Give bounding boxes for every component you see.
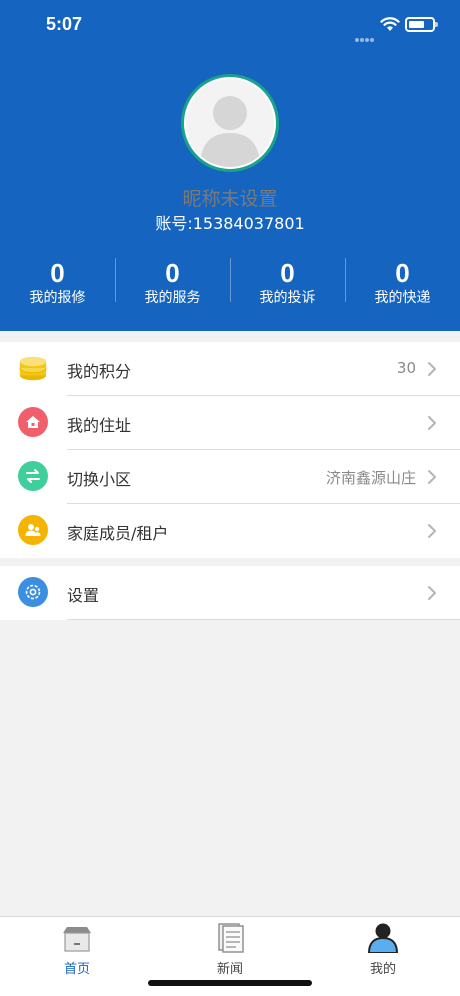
chevron-right-icon <box>428 586 436 600</box>
tab-label: 新闻 <box>216 962 243 977</box>
menu-item-switch-community[interactable]: 切换小区 济南鑫源山庄 <box>0 450 460 504</box>
stat-value: 0 <box>50 258 65 288</box>
menu-item-settings[interactable]: 设置 <box>0 566 460 620</box>
menu-label: 我的住址 <box>67 416 132 435</box>
chevron-right-icon <box>428 362 436 376</box>
status-time: 5:07 <box>46 14 83 34</box>
battery-icon <box>405 17 438 32</box>
wifi-icon <box>380 17 400 31</box>
gear-icon <box>18 577 48 607</box>
avatar[interactable] <box>181 74 279 172</box>
stat-value: 0 <box>280 258 295 288</box>
stat-complaints[interactable]: 0 我的投诉 <box>230 258 345 306</box>
menu-group-settings: 设置 <box>0 566 460 620</box>
tab-label: 我的 <box>369 962 396 977</box>
family-icon <box>18 515 48 545</box>
menu-label: 家庭成员/租户 <box>67 524 169 543</box>
menu-label: 我的积分 <box>67 362 132 381</box>
menu-item-address[interactable]: 我的住址 <box>0 396 460 450</box>
menu-item-family[interactable]: 家庭成员/租户 <box>0 504 460 558</box>
house-icon <box>18 407 48 437</box>
profile-header: 5:07 昵称未设置 账号:15384037801 0 我的报修 0 我的服务 … <box>0 0 460 331</box>
coins-icon <box>18 353 48 383</box>
stat-value: 0 <box>165 258 180 288</box>
nickname[interactable]: 昵称未设置 <box>0 184 460 211</box>
chevron-right-icon <box>428 470 436 484</box>
stat-services[interactable]: 0 我的服务 <box>115 258 230 306</box>
tab-news[interactable]: 新闻 <box>170 917 290 977</box>
tab-label: 首页 <box>63 962 90 977</box>
stat-label: 我的投诉 <box>259 290 316 306</box>
status-bar: 5:07 <box>0 0 460 50</box>
stat-deliveries[interactable]: 0 我的快递 <box>345 258 460 306</box>
stat-label: 我的快递 <box>374 290 431 306</box>
menu-label: 设置 <box>67 586 100 605</box>
chevron-right-icon <box>428 524 436 538</box>
switch-arrows-icon <box>18 461 48 491</box>
stat-value: 0 <box>395 258 410 288</box>
stat-label: 我的服务 <box>144 290 201 306</box>
home-indicator <box>148 980 312 986</box>
community-name: 济南鑫源山庄 <box>325 469 416 487</box>
chevron-right-icon <box>428 416 436 430</box>
stat-label: 我的报修 <box>29 290 86 306</box>
account-number: 账号:15384037801 <box>155 214 305 233</box>
profile-icon <box>367 923 399 953</box>
menu-label: 切换小区 <box>67 470 132 489</box>
home-icon <box>63 927 91 952</box>
avatar-placeholder-icon <box>200 96 260 167</box>
stats-row: 0 我的报修 0 我的服务 0 我的投诉 0 我的快递 <box>0 258 460 306</box>
stat-repairs[interactable]: 0 我的报修 <box>0 258 115 306</box>
tab-profile[interactable]: 我的 <box>323 917 443 977</box>
news-icon <box>218 923 244 953</box>
points-value: 30 <box>396 359 416 377</box>
signal-icon <box>355 27 375 42</box>
menu-item-points[interactable]: 我的积分 30 <box>0 342 460 396</box>
menu-group-main: 我的积分 30 我的住址 切换小区 济南鑫源山庄 家庭成员/租户 <box>0 342 460 558</box>
tab-home[interactable]: 首页 <box>17 917 137 977</box>
